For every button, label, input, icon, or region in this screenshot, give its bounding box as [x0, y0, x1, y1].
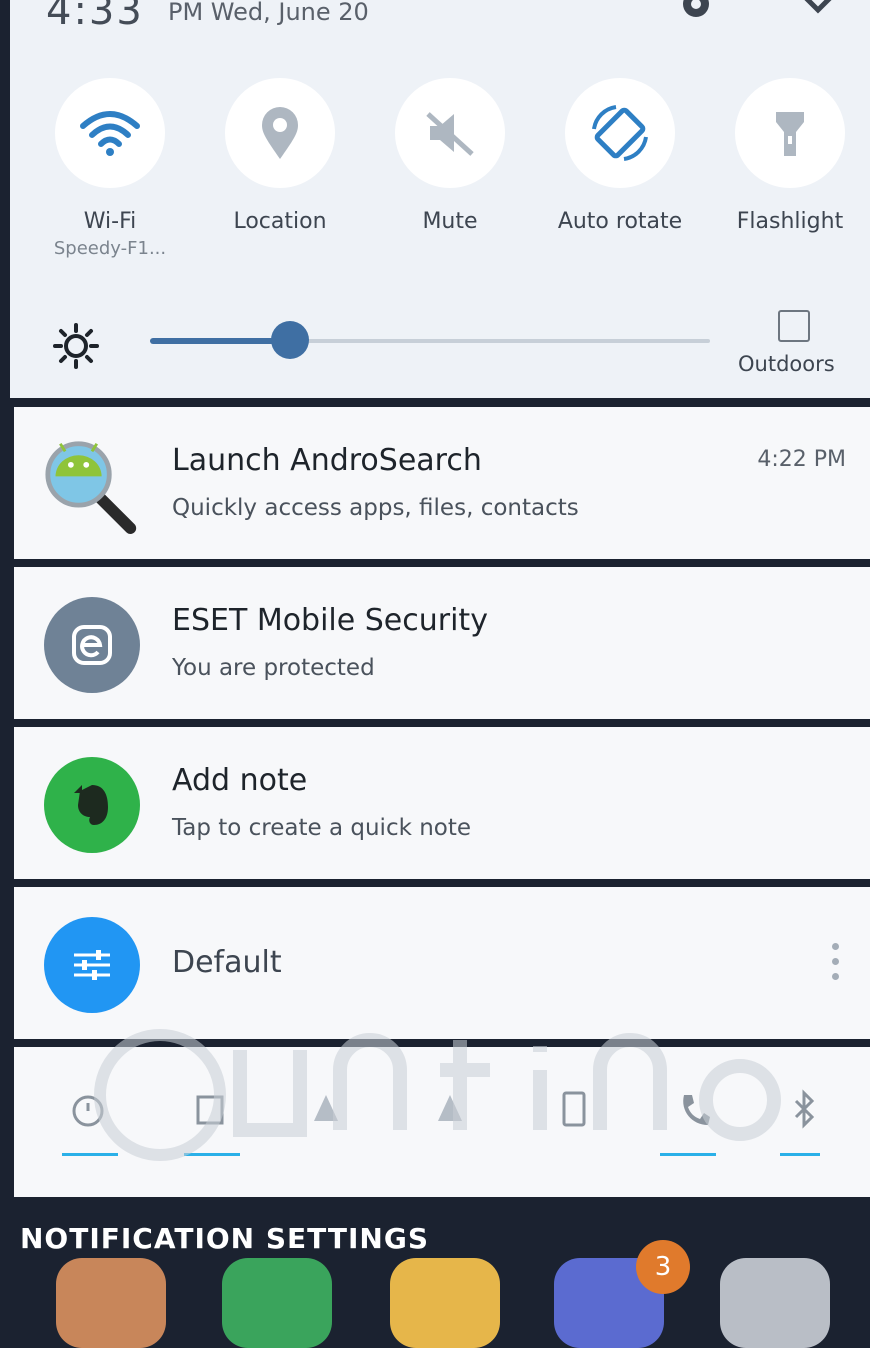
android-search-icon — [45, 441, 137, 534]
tile-wifi-circle[interactable] — [55, 78, 165, 188]
tile-location-label: Location — [233, 209, 327, 234]
androsearch-avatar — [44, 437, 140, 534]
call-active-indicator — [660, 1153, 716, 1156]
auto-rotate-icon — [592, 105, 648, 161]
alarm-icon[interactable] — [68, 1089, 108, 1129]
dock-messages[interactable] — [390, 1258, 500, 1348]
tile-auto-rotate-circle[interactable] — [565, 78, 675, 188]
wifi-signal-icon[interactable] — [190, 1089, 230, 1129]
wifi-active-indicator — [184, 1153, 240, 1156]
tile-auto-rotate-label: Auto rotate — [557, 209, 683, 234]
quick-settings-panel: 4:33 PM Wed, June 20 Wi-Fi Speedy-F1... … — [10, 0, 870, 398]
notification-eset[interactable]: ESET Mobile Security You are protected — [14, 567, 870, 719]
notification-text: Quickly access apps, files, contacts — [172, 495, 579, 521]
tile-mute-label: Mute — [422, 209, 478, 234]
settings-gear-icon[interactable] — [674, 0, 718, 26]
status-time: 4:33 — [46, 0, 144, 34]
evernote-icon — [74, 785, 108, 825]
notification-title: ESET Mobile Security — [172, 603, 488, 638]
vibrate-icon[interactable] — [430, 1089, 470, 1129]
call-icon[interactable] — [674, 1089, 714, 1129]
notification-text: You are protected — [172, 655, 375, 681]
outdoors-checkbox[interactable] — [778, 310, 810, 342]
brightness-knob[interactable] — [271, 321, 309, 359]
sound-icon[interactable] — [306, 1089, 346, 1129]
location-icon — [262, 107, 298, 159]
tile-location[interactable]: Location — [205, 78, 355, 238]
tile-location-circle[interactable] — [225, 78, 335, 188]
brightness-icon — [53, 323, 99, 369]
eset-icon — [72, 625, 112, 665]
sliders-icon — [74, 950, 110, 980]
notification-title: Add note — [172, 763, 308, 798]
default-avatar — [44, 917, 140, 1013]
notification-title: Launch AndroSearch — [172, 443, 482, 478]
tile-flashlight-circle[interactable] — [735, 78, 845, 188]
screen-icon[interactable] — [554, 1089, 594, 1129]
tile-wifi[interactable]: Wi-Fi Speedy-F1... — [35, 78, 185, 260]
bluetooth-icon[interactable] — [790, 1089, 820, 1129]
bluetooth-active-indicator — [780, 1153, 820, 1156]
notification-time: 4:22 PM — [757, 447, 846, 472]
dock-phone[interactable] — [222, 1258, 332, 1348]
sound-toggles-card — [14, 1047, 870, 1197]
chevron-down-icon[interactable] — [800, 0, 836, 20]
dock-contacts[interactable] — [56, 1258, 166, 1348]
notification-add-note[interactable]: Add note Tap to create a quick note — [14, 727, 870, 879]
alarm-active-indicator — [62, 1153, 118, 1156]
tile-flashlight-label: Flashlight — [736, 209, 844, 234]
notification-text: Tap to create a quick note — [172, 815, 472, 841]
app-badge-count: 3 — [636, 1240, 690, 1294]
dock-apps[interactable] — [720, 1258, 830, 1348]
mute-icon — [426, 112, 474, 156]
wifi-icon — [80, 111, 140, 156]
evernote-avatar — [44, 757, 140, 853]
tile-mute-circle[interactable] — [395, 78, 505, 188]
tile-wifi-label: Wi-Fi — [83, 209, 137, 234]
status-date: PM Wed, June 20 — [168, 0, 369, 26]
notification-androsearch[interactable]: Launch AndroSearch Quickly access apps, … — [14, 407, 870, 559]
notification-settings-link[interactable]: NOTIFICATION SETTINGS — [20, 1222, 429, 1255]
tile-auto-rotate[interactable]: Auto rotate — [545, 78, 695, 238]
notification-default[interactable]: Default — [14, 887, 870, 1039]
tile-wifi-sub: Speedy-F1... — [53, 238, 167, 259]
tile-flashlight[interactable]: Flashlight — [715, 78, 865, 238]
brightness-slider[interactable] — [150, 321, 710, 359]
eset-avatar — [44, 597, 140, 693]
notification-text: Default — [172, 945, 282, 980]
brightness-fill — [150, 338, 290, 344]
flashlight-icon — [776, 112, 804, 156]
tile-mute[interactable]: Mute — [375, 78, 525, 238]
more-options-icon[interactable] — [832, 943, 840, 988]
outdoors-label: Outdoors — [738, 352, 835, 376]
